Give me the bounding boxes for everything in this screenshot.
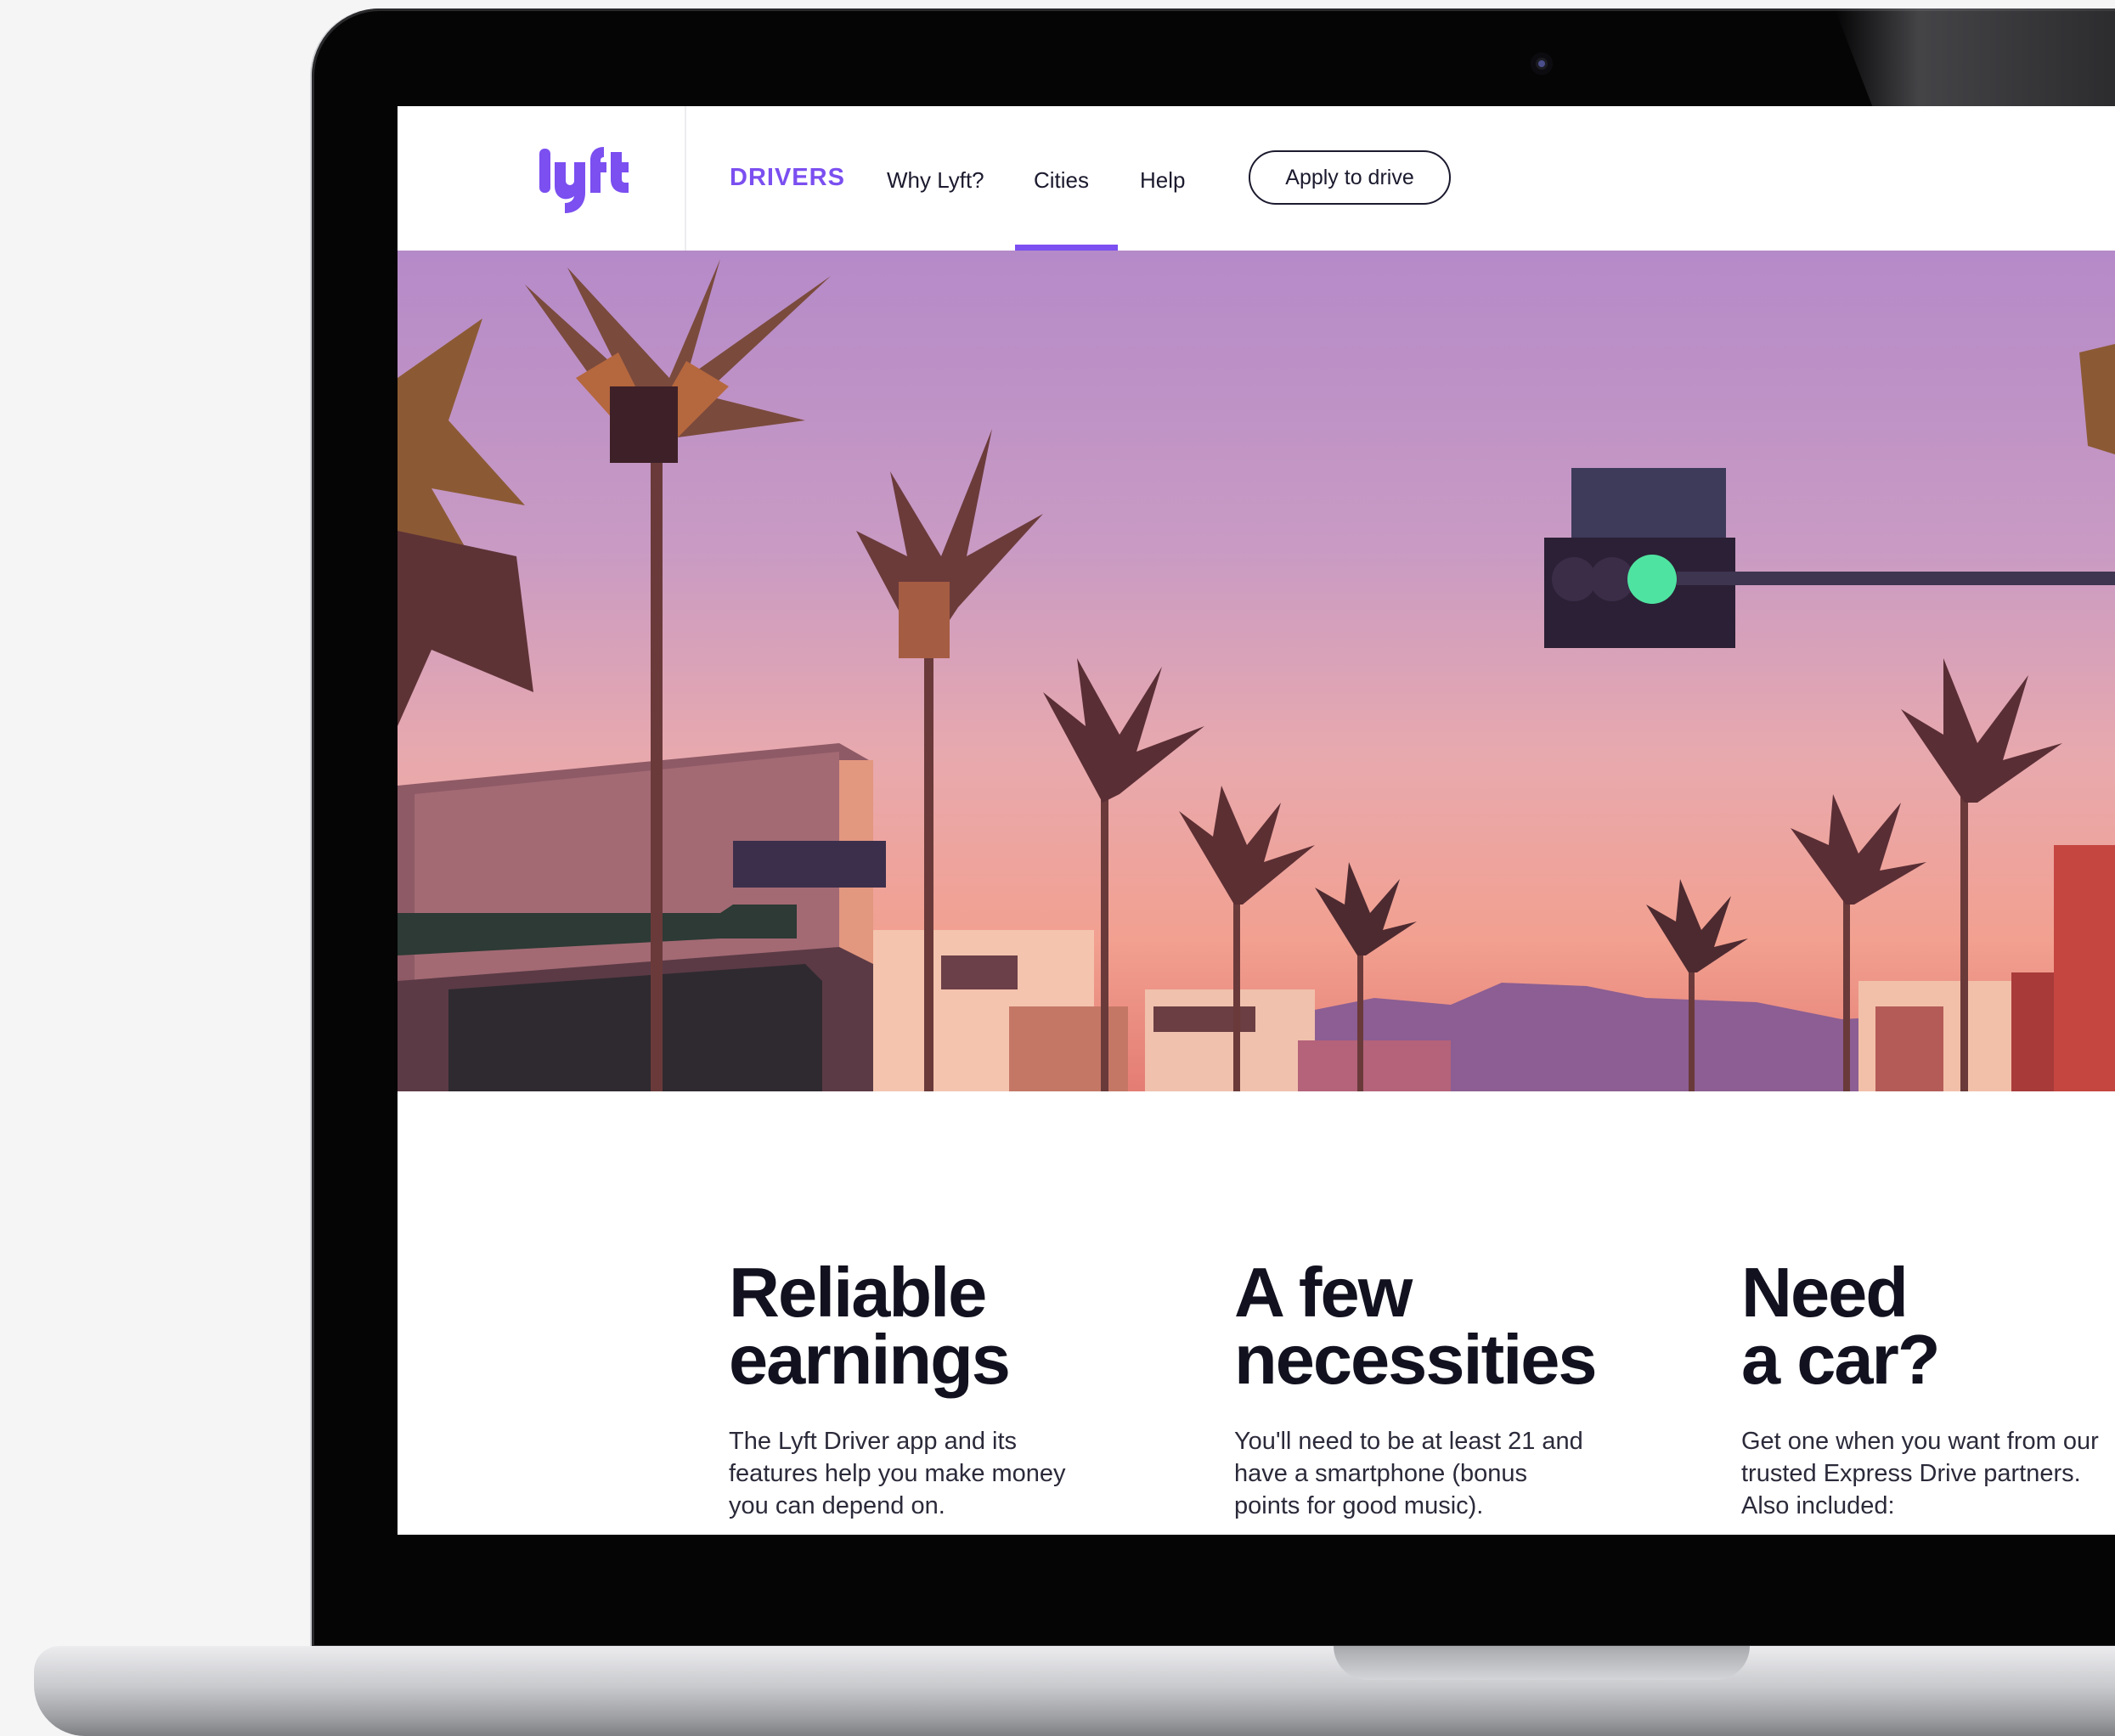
nav-item-why-lyft[interactable]: Why Lyft?: [887, 167, 984, 194]
screen-glare: [1835, 8, 2115, 110]
apply-to-drive-button[interactable]: Apply to drive: [1249, 150, 1451, 205]
feature-need-a-car: Need a car? Get one when you want from o…: [1741, 1257, 2115, 1522]
top-nav: DRIVERS Why Lyft? Cities Help Apply to d…: [398, 106, 2115, 251]
feature-title: A few necessities: [1234, 1257, 1710, 1395]
feature-necessities: A few necessities You'll need to be at l…: [1234, 1257, 1710, 1522]
palm-trees-sunset-icon: [398, 251, 2115, 1091]
feature-body: The Lyft Driver app and its features hel…: [729, 1428, 1066, 1519]
feature-reliable-earnings: Reliable earnings The Lyft Driver app an…: [729, 1257, 1204, 1522]
feature-title: Reliable earnings: [729, 1257, 1204, 1395]
feature-title-line-2: a car?: [1741, 1320, 1941, 1399]
feature-title: Need a car?: [1741, 1257, 2115, 1395]
feature-body: Get one when you want from our trusted E…: [1741, 1428, 2099, 1519]
features-section: Reliable earnings The Lyft Driver app an…: [398, 1091, 2115, 1535]
lyft-logo-icon[interactable]: [538, 140, 640, 217]
nav-drivers[interactable]: DRIVERS: [730, 164, 845, 192]
active-nav-indicator: [1015, 245, 1118, 251]
logo-container: [398, 106, 686, 251]
hero-illustration: [398, 251, 2115, 1091]
feature-body: You'll need to be at least 21 and have a…: [1234, 1428, 1583, 1519]
feature-title-line-2: necessities: [1234, 1320, 1598, 1399]
browser-viewport: DRIVERS Why Lyft? Cities Help Apply to d…: [398, 106, 2115, 1535]
webcam-icon: [1531, 53, 1553, 75]
laptop-base: [34, 1646, 2115, 1736]
nav-item-help[interactable]: Help: [1140, 167, 1185, 194]
nav-item-cities[interactable]: Cities: [1034, 167, 1089, 194]
laptop-base-notch: [1334, 1646, 1750, 1680]
feature-title-line-2: earnings: [729, 1320, 1011, 1399]
